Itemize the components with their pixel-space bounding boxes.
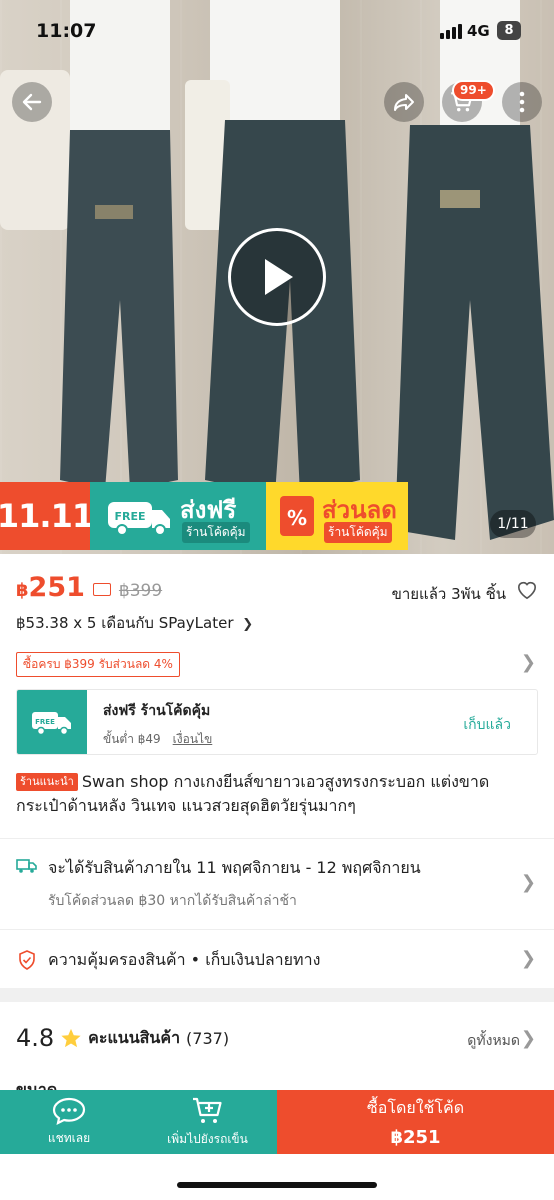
free-truck-icon: FREE — [32, 712, 71, 736]
status-time: 11:07 — [36, 20, 97, 42]
buy-label: ซื้อโดยใช้โค้ด — [366, 1098, 465, 1117]
battery-icon: 8 — [497, 21, 521, 40]
bottom-action-bar: แชทเลย เพิ่มไปยังรถเข็น ซื้อโดยใช้โค้ด ฿… — [0, 1090, 554, 1154]
truck-icon — [16, 859, 37, 873]
discount-sub: ร้านโค้ดคุ้ม — [324, 522, 392, 543]
see-all-reviews-link[interactable]: ดูทั้งหมด — [467, 1030, 520, 1052]
product-title-text: Swan shop กางเกงยีนส์ขายาวเอวสูงทรงกระบอ… — [16, 772, 490, 815]
home-indicator[interactable] — [177, 1182, 377, 1188]
back-button[interactable] — [12, 82, 52, 122]
image-pager: 1/11 — [490, 510, 536, 538]
guarantee-text: ความคุ้มครองสินค้า • เก็บเงินปลายทาง — [48, 950, 321, 969]
late-delivery-voucher: รับโค้ดส่วนลด ฿30 หากได้รับสินค้าล่าช้า — [48, 893, 297, 909]
coupon-icon — [92, 583, 111, 596]
rating-summary: 4.8 คะแนนสินค้า (737) — [16, 1024, 229, 1052]
shipping-voucher-card[interactable]: FREE ส่งฟรี ร้านโค้ดคุ้ม ขั้นต่ำ ฿49 เงื่… — [16, 689, 538, 755]
voucher-conditions-link[interactable]: เงื่อนไข — [173, 732, 213, 746]
more-dots-icon — [519, 91, 525, 113]
chat-label: แชทเลย — [47, 1130, 91, 1145]
divider — [0, 838, 554, 839]
chevron-right-icon[interactable]: ❯ — [521, 652, 536, 673]
chat-icon — [52, 1097, 86, 1125]
free-badge-text: FREE — [114, 510, 145, 523]
cart-count-badge: 99+ — [452, 80, 495, 101]
voucher-min-spend: ขั้นต่ำ ฿49 — [103, 732, 161, 746]
more-button[interactable] — [502, 82, 542, 122]
sold-count: ขายแล้ว 3พัน ชิ้น — [391, 585, 506, 603]
network-label: 4G — [467, 22, 490, 40]
share-icon — [394, 94, 414, 111]
voucher-collected-status[interactable]: เก็บแล้ว — [463, 714, 511, 736]
rating-score: 4.8 — [16, 1024, 55, 1052]
voucher-subtitle: ขั้นต่ำ ฿49 เงื่อนไข — [103, 730, 212, 749]
percent-icon: % — [280, 496, 314, 536]
add-cart-icon — [192, 1097, 222, 1123]
installment-text: ฿53.38 x 5 เดือนกับ SPayLater — [16, 614, 234, 632]
back-arrow-icon — [22, 93, 42, 111]
favorite-button[interactable] — [516, 580, 538, 604]
free-shipping-banner: FREE ส่งฟรี ร้านโค้ดคุ้ม — [90, 482, 266, 550]
section-separator — [0, 988, 554, 1002]
delivery-estimate: จะได้รับสินค้าภายใน 11 พฤศจิกายน - 12 พฤ… — [48, 858, 421, 877]
rating-count: (737) — [186, 1028, 230, 1048]
installment-link[interactable]: ฿53.38 x 5 เดือนกับ SPayLater ❯ — [16, 611, 253, 635]
rating-label: คะแนนสินค้า — [88, 1027, 181, 1047]
chat-button[interactable]: แชทเลย — [0, 1090, 138, 1154]
spend-promo-tag[interactable]: ซื้อครบ ฿399 รับส่วนลด 4% — [16, 652, 180, 677]
chevron-right-icon: ❯ — [520, 948, 536, 969]
promo-banner: 11.11 FREE ส่งฟรี ร้านโค้ดคุ้ม % ส่วนลด … — [0, 482, 408, 550]
star-icon — [61, 1028, 81, 1048]
share-button[interactable] — [384, 82, 424, 122]
voucher-title: ส่งฟรี ร้านโค้ดคุ้ม — [103, 703, 211, 719]
chevron-right-icon: ❯ — [520, 872, 536, 893]
divider — [0, 929, 554, 930]
product-image-carousel[interactable]: 11:07 4G 8 99+ 11.11 FREE ส่งฟรี ร้านโค้… — [0, 0, 554, 554]
signal-icon — [440, 24, 462, 39]
free-shipping-sub: ร้านโค้ดคุ้ม — [182, 522, 250, 543]
play-icon — [265, 259, 293, 295]
add-to-cart-label: เพิ่มไปยังรถเข็น — [167, 1131, 248, 1146]
add-to-cart-button[interactable]: เพิ่มไปยังรถเข็น — [138, 1090, 277, 1154]
free-truck-icon: FREE — [108, 502, 170, 536]
heart-icon — [517, 581, 537, 600]
currency-symbol: ฿ — [16, 580, 29, 601]
product-title: ร้านแนะนำ Swan shop กางเกงยีนส์ขายาวเอวสู… — [16, 770, 538, 818]
buy-price: ฿251 — [390, 1127, 441, 1148]
voucher-icon-panel: FREE — [17, 690, 87, 754]
chevron-right-icon[interactable]: ❯ — [521, 1028, 536, 1049]
discount-banner: % ส่วนลด ร้านโค้ดคุ้ม — [266, 482, 408, 550]
status-bar: 11:07 4G 8 — [0, 18, 554, 48]
shield-icon — [19, 950, 35, 970]
recommended-shop-badge: ร้านแนะนำ — [16, 773, 78, 791]
chevron-right-icon: ❯ — [242, 617, 254, 632]
buy-with-voucher-button[interactable]: ซื้อโดยใช้โค้ด ฿251 — [277, 1090, 554, 1154]
play-video-button[interactable] — [228, 228, 326, 326]
original-price: ฿399 — [118, 581, 163, 601]
current-price: ฿251 — [16, 572, 85, 603]
voucher-free-text: FREE — [35, 718, 55, 726]
event-label: 11.11 — [0, 482, 94, 550]
price-row: ฿251 ฿399 — [16, 572, 162, 603]
price-value: 251 — [28, 572, 85, 603]
